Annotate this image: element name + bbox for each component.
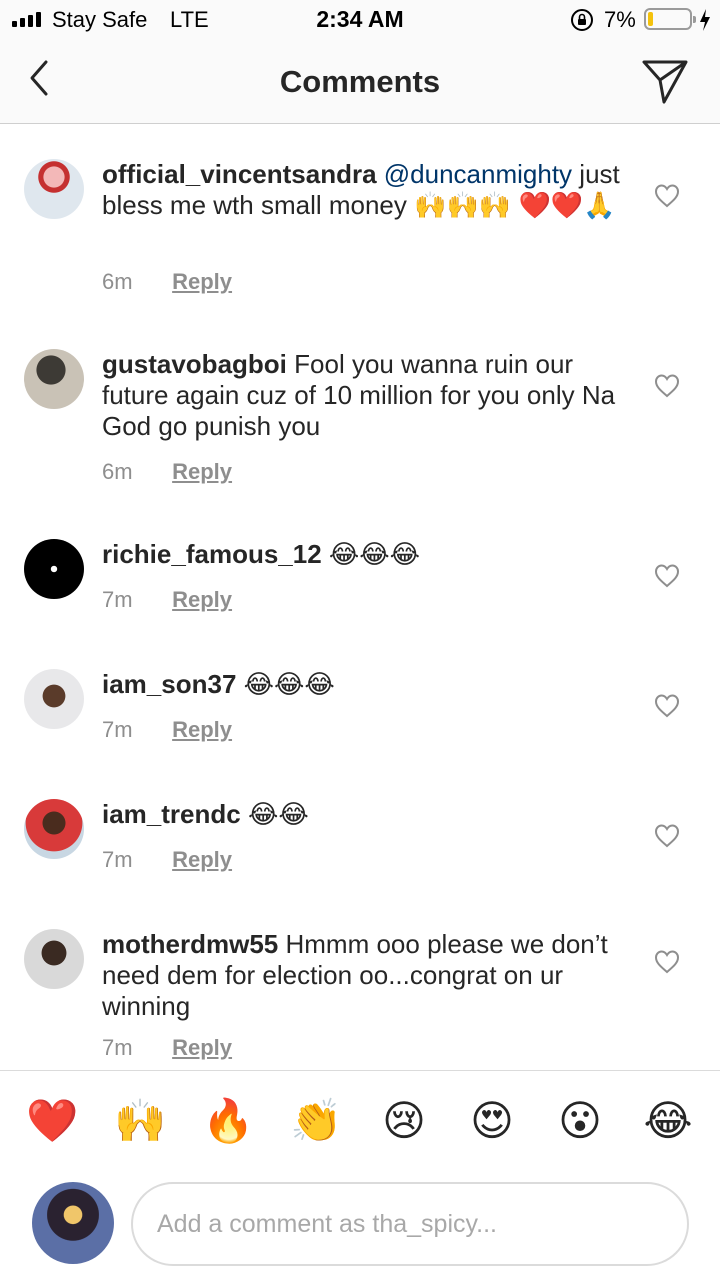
comment-text: iam_son37 😂😂😂 bbox=[102, 669, 632, 700]
like-heart-icon[interactable] bbox=[654, 693, 680, 719]
raising-hands-emoji-button[interactable]: 🙌 bbox=[114, 1095, 166, 1147]
comment-text: iam_trendc 😂😂 bbox=[102, 799, 632, 830]
comment-text: richie_famous_12 😂😂😂 bbox=[102, 539, 632, 570]
status-bar: Stay Safe LTE 2:34 AM 7% bbox=[0, 0, 720, 40]
comment-username[interactable]: richie_famous_12 bbox=[102, 539, 322, 569]
charging-bolt-icon bbox=[700, 9, 710, 31]
comment-username[interactable]: iam_son37 bbox=[102, 669, 236, 699]
heart-eyes-emoji-button[interactable]: 😍 bbox=[466, 1095, 518, 1147]
red-heart-emoji-button[interactable]: ❤️ bbox=[26, 1095, 78, 1147]
clapping-hands-emoji-button[interactable]: 👏 bbox=[290, 1095, 342, 1147]
like-heart-icon[interactable] bbox=[654, 183, 680, 209]
comment-username[interactable]: gustavobagboi bbox=[102, 349, 287, 379]
battery-percent: 7% bbox=[604, 7, 636, 32]
comment-time: 7m bbox=[102, 1035, 133, 1060]
comment-body: 😂😂 bbox=[247, 799, 309, 829]
avatar[interactable] bbox=[24, 349, 84, 409]
comment-username[interactable]: motherdmw55 bbox=[102, 929, 278, 959]
comment-body: 😂😂😂 bbox=[243, 669, 335, 699]
reply-button[interactable]: Reply bbox=[172, 459, 232, 484]
comment-time: 7m bbox=[102, 847, 133, 872]
comment-text: gustavobagboi Fool you wanna ruin our fu… bbox=[102, 349, 632, 442]
like-heart-icon[interactable] bbox=[654, 949, 680, 975]
rotation-lock-icon bbox=[571, 9, 593, 31]
comment-mention[interactable]: @duncanmighty bbox=[384, 159, 572, 189]
comment-meta: 7m Reply bbox=[102, 847, 232, 873]
surprised-face-emoji-button[interactable]: 😮 bbox=[554, 1095, 606, 1147]
comment-composer bbox=[0, 1170, 720, 1280]
battery-icon bbox=[644, 8, 696, 30]
avatar[interactable] bbox=[24, 929, 84, 989]
comment-time: 7m bbox=[102, 717, 133, 742]
reply-button[interactable]: Reply bbox=[172, 717, 232, 742]
comment-time: 7m bbox=[102, 587, 133, 612]
comment-input[interactable] bbox=[131, 1182, 689, 1266]
avatar[interactable] bbox=[24, 539, 84, 599]
avatar[interactable] bbox=[24, 669, 84, 729]
comment-meta: 6m Reply bbox=[102, 459, 232, 485]
reply-button[interactable]: Reply bbox=[172, 587, 232, 612]
reply-button[interactable]: Reply bbox=[172, 1035, 232, 1060]
comment-meta: 7m Reply bbox=[102, 587, 232, 613]
comment-text: motherdmw55 Hmmm ooo please we don’t nee… bbox=[102, 929, 632, 1022]
direct-send-icon[interactable] bbox=[640, 56, 690, 106]
tears-of-joy-emoji-button[interactable]: 😂 bbox=[642, 1095, 694, 1147]
comment-meta: 7m Reply bbox=[102, 1035, 232, 1061]
comment-username[interactable]: official_vincentsandra bbox=[102, 159, 377, 189]
my-avatar[interactable] bbox=[32, 1182, 114, 1264]
header-bar: Comments bbox=[0, 40, 720, 124]
crying-face-emoji-button[interactable]: 😢 bbox=[378, 1095, 430, 1147]
fire-emoji-button[interactable]: 🔥 bbox=[202, 1095, 254, 1147]
like-heart-icon[interactable] bbox=[654, 823, 680, 849]
avatar[interactable] bbox=[24, 799, 84, 859]
comment-time: 6m bbox=[102, 459, 133, 484]
comment-username[interactable]: iam_trendc bbox=[102, 799, 241, 829]
comment-meta: 6m Reply bbox=[102, 269, 232, 295]
quick-emoji-bar: ❤️ 🙌 🔥 👏 😢 😍 😮 😂 bbox=[0, 1070, 720, 1170]
comment-list[interactable]: official_vincentsandra @duncanmighty jus… bbox=[0, 125, 720, 1070]
page-title: Comments bbox=[279, 64, 441, 99]
like-heart-icon[interactable] bbox=[654, 563, 680, 589]
like-heart-icon[interactable] bbox=[654, 373, 680, 399]
comment-time: 6m bbox=[102, 269, 133, 294]
reply-button[interactable]: Reply bbox=[172, 847, 232, 872]
battery-level bbox=[648, 12, 653, 26]
reply-button[interactable]: Reply bbox=[172, 269, 232, 294]
avatar[interactable] bbox=[24, 159, 84, 219]
comment-body: 😂😂😂 bbox=[328, 539, 421, 569]
comment-meta: 7m Reply bbox=[102, 717, 232, 743]
comment-text: official_vincentsandra @duncanmighty jus… bbox=[102, 159, 632, 221]
